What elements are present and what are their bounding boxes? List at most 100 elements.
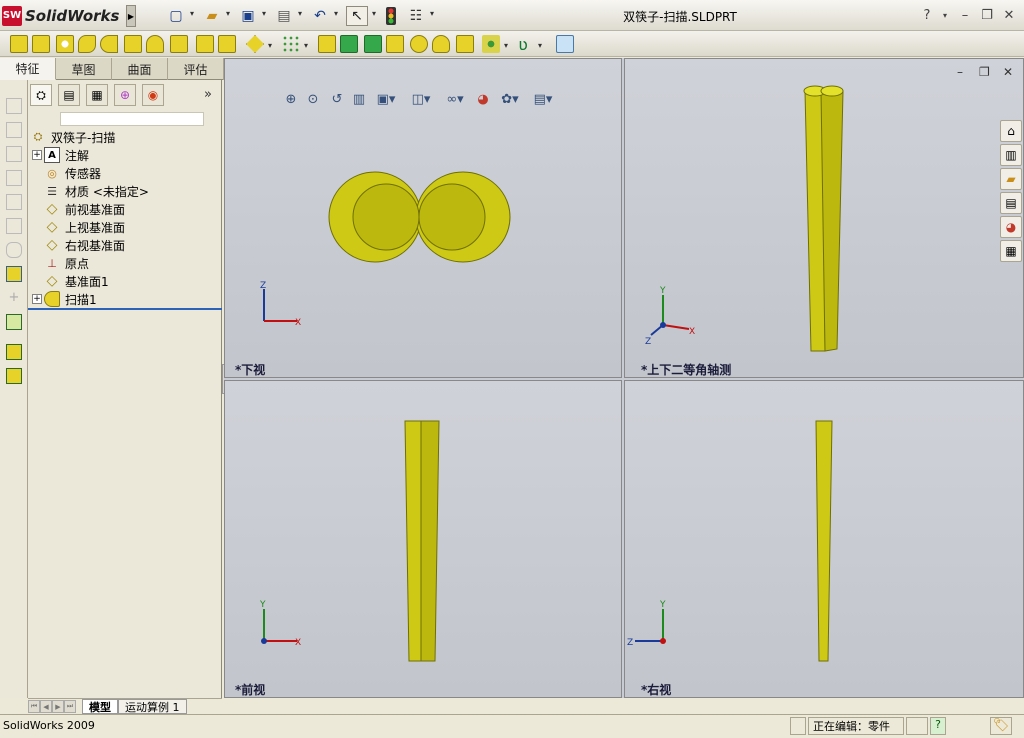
view-cube-icon[interactable] — [6, 194, 22, 210]
new-dropdown[interactable]: ▾ — [190, 10, 196, 18]
tab-model[interactable]: 模型 — [82, 699, 118, 714]
curves-dropdown[interactable]: ▾ — [538, 41, 542, 50]
rib-dropdown[interactable]: ▾ — [268, 41, 272, 50]
view-palette-icon[interactable]: ▤ — [1000, 192, 1022, 214]
undo-icon[interactable]: ↶ — [310, 6, 330, 26]
hole-wizard-icon[interactable] — [410, 35, 428, 53]
zoom-to-area-icon[interactable]: ⊙ — [304, 90, 322, 108]
revolved-boss-icon[interactable] — [32, 35, 50, 53]
select-arrow-icon[interactable]: ↖ — [346, 6, 368, 26]
zoom-to-fit-icon[interactable]: ⊕ — [282, 90, 300, 108]
extruded-boss-icon[interactable] — [10, 35, 28, 53]
tree-item-right-plane[interactable]: ◇ 右视基准面 — [44, 236, 125, 254]
status-tag-icon[interactable]: 🏷 — [990, 717, 1012, 735]
solidworks-logo[interactable]: SW SolidWorks — [2, 4, 130, 27]
view-cube-icon[interactable] — [6, 242, 22, 258]
property-manager-tab-icon[interactable]: ▤ — [58, 84, 80, 106]
view-cube-icon[interactable] — [6, 218, 22, 234]
viewport-dimetric[interactable]: Y X Z – ❐ ✕ *上下二等角轴测 — [624, 58, 1024, 378]
layer-icon[interactable] — [6, 344, 22, 360]
apply-scene-icon[interactable]: ✿▾ — [496, 90, 524, 108]
swept-cut-icon[interactable] — [146, 35, 164, 53]
restore-button[interactable]: ❐ — [978, 6, 996, 24]
instant3d-icon[interactable] — [556, 35, 574, 53]
fillet-icon[interactable] — [196, 35, 214, 53]
view-cube-icon[interactable] — [6, 122, 22, 138]
view-settings-icon[interactable]: ▤▾ — [528, 90, 558, 108]
intersect-icon[interactable] — [456, 35, 474, 53]
options-dropdown[interactable]: ▾ — [430, 10, 436, 18]
open-folder-icon[interactable]: ▰ — [202, 6, 222, 26]
shell-icon[interactable] — [340, 35, 358, 53]
new-document-icon[interactable]: ▢ — [166, 6, 186, 26]
hide-show-items-icon[interactable]: ∞▾ — [440, 90, 470, 108]
tree-root[interactable]: ⛭ 双筷子-扫描 — [30, 128, 116, 146]
select-dropdown[interactable]: ▾ — [372, 10, 378, 18]
chamfer-icon[interactable] — [218, 35, 236, 53]
lofted-cut-icon[interactable] — [170, 35, 188, 53]
print-icon[interactable]: ▤ — [274, 6, 294, 26]
options-icon[interactable]: ☷ — [406, 6, 426, 26]
status-help-icon[interactable]: ? — [930, 717, 946, 735]
edit-appearance-icon[interactable]: ◕ — [474, 90, 492, 108]
tree-item-top-plane[interactable]: ◇ 上视基准面 — [44, 218, 125, 236]
tree-item-annotations[interactable]: + A 注解 — [32, 146, 89, 164]
print-dropdown[interactable]: ▾ — [298, 10, 304, 18]
linear-pattern-icon[interactable] — [282, 35, 300, 53]
sw-resources-icon[interactable]: ⌂ — [1000, 120, 1022, 142]
tree-item-origin[interactable]: ⊥ 原点 — [44, 254, 89, 272]
custom-properties-icon[interactable]: ▦ — [1000, 240, 1022, 262]
tree-item-material[interactable]: ☰ 材质 <未指定> — [44, 182, 149, 200]
help-dropdown[interactable]: ▾ — [936, 6, 954, 24]
expand-icon[interactable]: + — [32, 294, 42, 304]
viewport-close-button[interactable]: ✕ — [1003, 65, 1013, 79]
tab-motion-study[interactable]: 运动算例 1 — [118, 699, 187, 714]
rib-icon[interactable] — [246, 35, 264, 53]
save-icon[interactable]: ▣ — [238, 6, 258, 26]
revolved-cut-icon[interactable] — [124, 35, 142, 53]
close-button[interactable]: ✕ — [1000, 6, 1018, 24]
viewport-minimize-button[interactable]: – — [957, 65, 963, 79]
tab-sketch[interactable]: 草图 — [56, 58, 112, 80]
tab-features[interactable]: 特征 — [0, 58, 56, 80]
save-dropdown[interactable]: ▾ — [262, 10, 268, 18]
previous-view-icon[interactable]: ↺ — [328, 90, 346, 108]
mirror-icon[interactable] — [318, 35, 336, 53]
view-orientation-icon[interactable]: ▣▾ — [374, 90, 398, 108]
viewport-right[interactable]: Y Z *右视 — [624, 380, 1024, 698]
curves-icon[interactable]: ʋ — [514, 35, 532, 54]
prev-tab-arrow[interactable]: ◀ — [40, 700, 52, 713]
reference-geometry-icon[interactable] — [482, 35, 500, 53]
graphics-area[interactable]: Z X *下视 Y X Z – ❐ ✕ *上下二等角轴测 Y X *前视 Y Z… — [224, 58, 1024, 698]
minimize-button[interactable]: – — [956, 6, 974, 24]
tab-surfaces[interactable]: 曲面 — [112, 58, 168, 80]
next-tab-arrow[interactable]: ▶ — [52, 700, 64, 713]
rollback-bar[interactable] — [28, 308, 222, 310]
sketch-edit-icon[interactable] — [6, 266, 22, 282]
feature-manager-tab-icon[interactable]: ⛭ — [30, 84, 52, 106]
section-view-icon[interactable]: ▥ — [350, 90, 368, 108]
rebuild-traffic-light-icon[interactable] — [384, 6, 398, 26]
dome-icon[interactable] — [386, 35, 404, 53]
tree-item-front-plane[interactable]: ◇ 前视基准面 — [44, 200, 125, 218]
design-library-icon[interactable]: ▥ — [1000, 144, 1022, 166]
viewport-front[interactable]: Y X *前视 — [224, 380, 622, 698]
more-tabs-icon[interactable]: » — [204, 87, 212, 102]
dimxpert-tab-icon[interactable]: ⊕ — [114, 84, 136, 106]
tree-item-sensors[interactable]: ◎ 传感器 — [44, 164, 101, 182]
display-manager-tab-icon[interactable]: ◉ — [142, 84, 164, 106]
relations-icon[interactable] — [6, 314, 22, 330]
menu-expand-arrow[interactable]: ▶ — [126, 5, 136, 27]
layer-icon[interactable] — [6, 368, 22, 384]
reference-dropdown[interactable]: ▾ — [504, 41, 508, 50]
view-cube-icon[interactable] — [6, 146, 22, 162]
smart-dimension-icon[interactable]: + — [6, 290, 22, 306]
draft-icon[interactable] — [364, 35, 382, 53]
open-dropdown[interactable]: ▾ — [226, 10, 232, 18]
lofted-boss-icon[interactable] — [78, 35, 96, 53]
feature-filter-input[interactable] — [60, 112, 204, 126]
configuration-manager-tab-icon[interactable]: ▦ — [86, 84, 108, 106]
first-tab-arrow[interactable]: ⏮ — [28, 700, 40, 713]
display-style-icon[interactable]: ◫▾ — [406, 90, 436, 108]
appearances-icon[interactable]: ◕ — [1000, 216, 1022, 238]
